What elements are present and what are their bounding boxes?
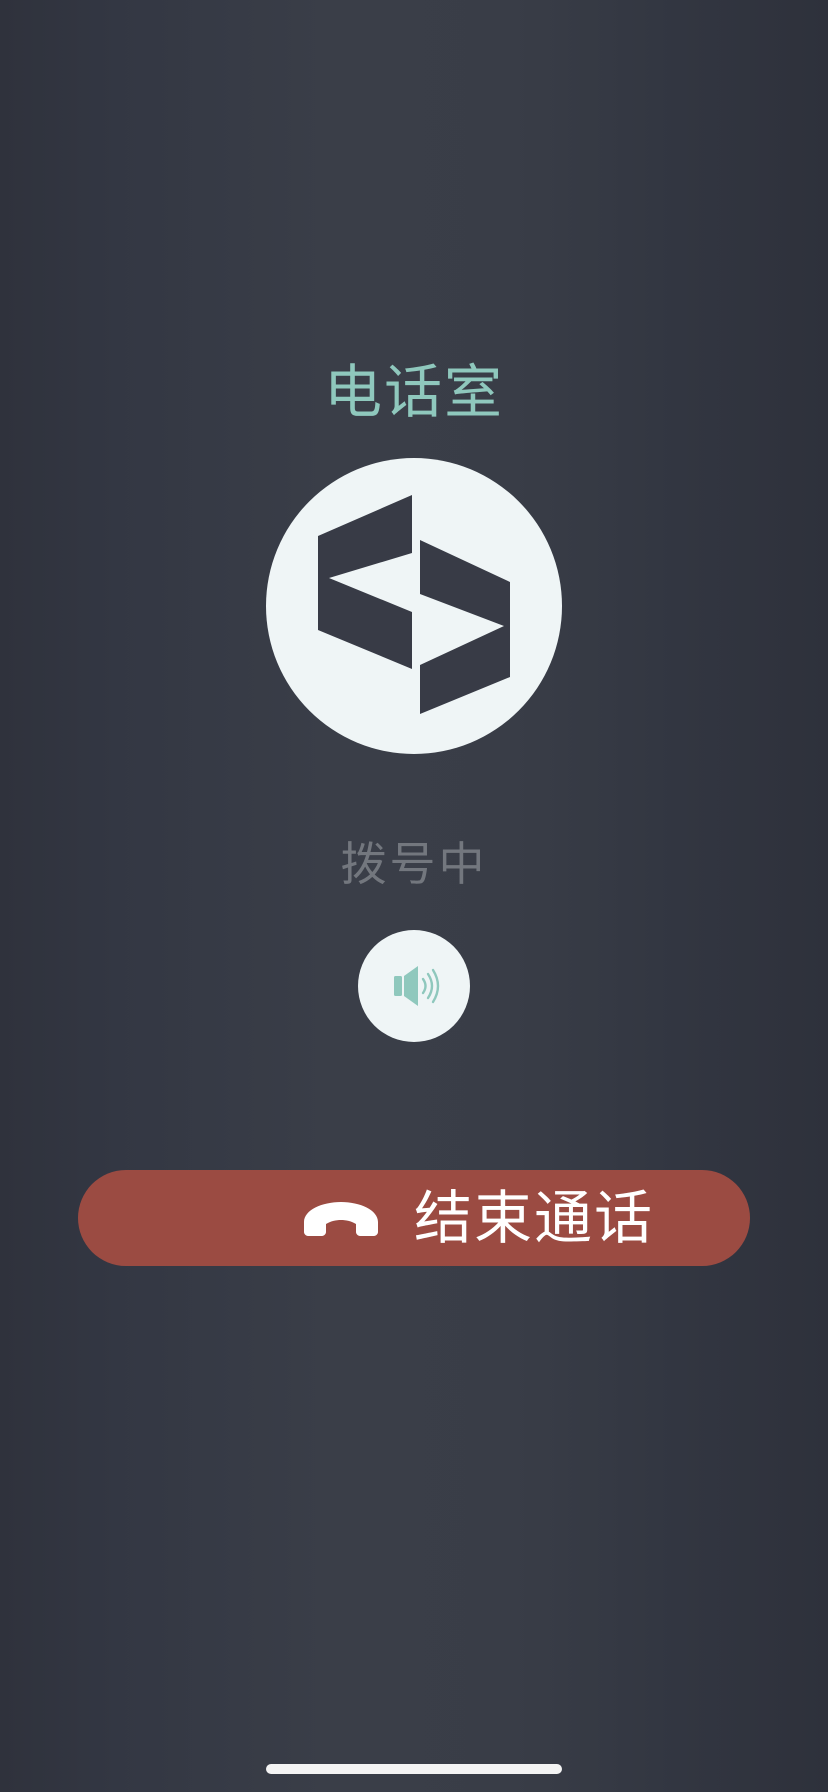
call-screen: 电话室 拨号中 结束通话 bbox=[0, 0, 828, 1792]
speaker-button[interactable] bbox=[358, 930, 470, 1042]
speaker-icon bbox=[394, 966, 440, 1006]
end-call-button[interactable]: 结束通话 bbox=[78, 1170, 750, 1266]
end-call-label: 结束通话 bbox=[414, 1184, 655, 1252]
app-logo-icon bbox=[318, 495, 510, 714]
home-indicator[interactable] bbox=[266, 1764, 562, 1774]
call-status: 拨号中 bbox=[340, 837, 488, 891]
caller-name: 电话室 bbox=[323, 358, 504, 426]
caller-avatar bbox=[266, 458, 562, 754]
phone-hangup-icon bbox=[304, 1202, 378, 1236]
